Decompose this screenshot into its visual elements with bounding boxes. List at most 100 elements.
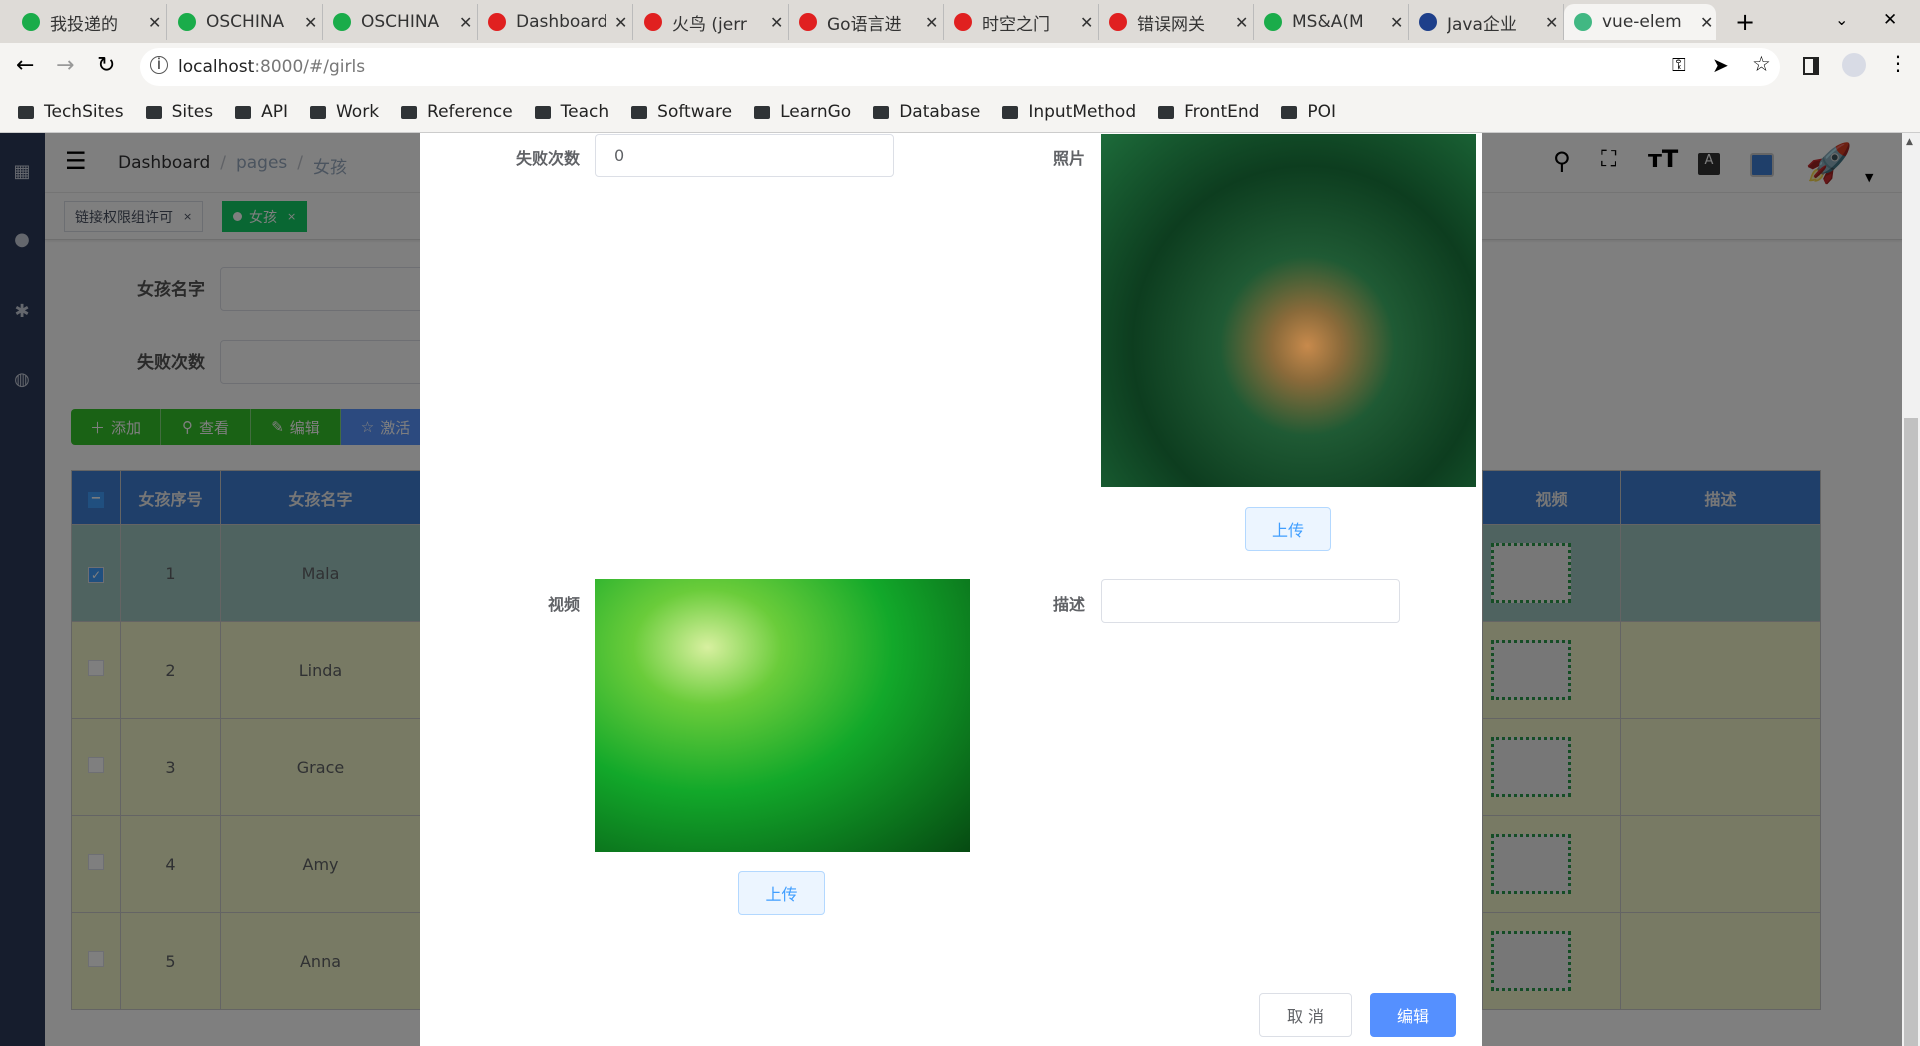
- bookmarks-bar: TechSites Sites API Work Reference Teach Softw…: [0, 92, 1920, 133]
- fail-count-label: 失败次数: [515, 149, 580, 168]
- profile-avatar[interactable]: [1842, 53, 1866, 77]
- bookmark-label: Work: [335, 102, 380, 122]
- folder-icon: [145, 105, 162, 119]
- bookmark-folder[interactable]: InputMethod: [1002, 102, 1136, 122]
- folder-icon: [631, 105, 648, 119]
- edit-dialog: 失败次数 照片 上传 视频 上传 描述 取 消 编辑: [420, 133, 1482, 1046]
- tab-title: Java企业: [1447, 14, 1517, 35]
- close-tab-icon[interactable]: ✕: [614, 13, 627, 32]
- photo-upload-button[interactable]: 上传: [1245, 507, 1331, 551]
- bookmark-folder[interactable]: POI: [1281, 102, 1336, 122]
- tab-title: vue-elem: [1602, 12, 1682, 32]
- close-tab-icon[interactable]: ✕: [304, 13, 317, 32]
- browser-tab[interactable]: 时空之门 ✕: [944, 4, 1099, 40]
- oschina-icon: [178, 13, 196, 31]
- video-upload-button[interactable]: 上传: [738, 871, 825, 915]
- photo-label: 照片: [1052, 149, 1085, 168]
- bookmark-label: API: [261, 102, 288, 122]
- tab-title: OSCHINA: [361, 12, 440, 32]
- bookmark-folder[interactable]: Software: [631, 102, 732, 122]
- send-icon[interactable]: ➤: [1712, 53, 1729, 77]
- gitee-icon: [954, 13, 972, 31]
- browser-tab[interactable]: Go语言进 ✕: [789, 4, 944, 40]
- browser-tab[interactable]: OSCHINA ✕: [323, 4, 478, 40]
- folder-icon: [18, 105, 34, 119]
- bookmark-folder[interactable]: Teach: [534, 102, 609, 122]
- info-icon[interactable]: i: [150, 56, 168, 74]
- bookmark-folder[interactable]: Database: [873, 102, 980, 122]
- close-tab-icon[interactable]: ✕: [148, 13, 161, 32]
- scrollbar-thumb[interactable]: [1904, 418, 1918, 1046]
- url-input[interactable]: i localhost:8000/#/girls: [140, 48, 1780, 86]
- close-tab-icon[interactable]: ✕: [1390, 13, 1403, 32]
- gitee-icon: [488, 13, 506, 31]
- bookmark-folder[interactable]: API: [235, 102, 288, 122]
- folder-icon: [235, 105, 252, 119]
- folder-icon: [754, 105, 771, 119]
- bookmark-folder[interactable]: TechSites: [18, 102, 124, 122]
- description-input[interactable]: [1101, 579, 1400, 623]
- gitee-icon: [1109, 13, 1127, 31]
- tab-search-icon[interactable]: ⌄: [1835, 10, 1848, 29]
- close-tab-icon[interactable]: ✕: [925, 13, 938, 32]
- app: ▦ ● ✱ ◍ ☰ Dashboard/ pages/ 女孩 ⚲ ⛶ тT A …: [0, 133, 1920, 1046]
- tab-title: MS&A(M: [1292, 12, 1364, 32]
- window-close-icon[interactable]: ✕: [1883, 10, 1897, 30]
- browser-tab[interactable]: 错误网关 ✕: [1099, 4, 1254, 40]
- bookmark-label: TechSites: [44, 102, 124, 122]
- tab-title: 错误网关: [1137, 14, 1205, 35]
- oschina-icon: [22, 13, 40, 31]
- close-tab-icon[interactable]: ✕: [770, 13, 783, 32]
- bookmark-label: InputMethod: [1028, 102, 1137, 122]
- star-bookmark-icon[interactable]: ☆: [1752, 52, 1771, 76]
- close-tab-icon[interactable]: ✕: [1080, 13, 1093, 32]
- browser-tab[interactable]: 我投递的 ✕: [12, 4, 167, 40]
- folder-icon: [534, 105, 551, 119]
- browser-tab-bar: 我投递的 ✕ OSCHINA ✕ OSCHINA ✕ Dashboard ✕ 火鸟 (jerr ✕…: [0, 0, 1920, 43]
- key-icon[interactable]: ⚿: [1672, 55, 1686, 76]
- bookmark-folder[interactable]: Sites: [145, 102, 213, 122]
- video-preview-image: [595, 579, 970, 852]
- back-icon[interactable]: ←: [16, 53, 34, 78]
- bookmark-folder[interactable]: FrontEnd: [1158, 102, 1259, 122]
- reload-icon[interactable]: ↻: [97, 53, 115, 78]
- bookmark-label: POI: [1307, 102, 1337, 122]
- side-panel-icon[interactable]: [1803, 57, 1819, 75]
- java-icon: [1419, 13, 1437, 31]
- folder-icon: [309, 105, 326, 119]
- browser-tab[interactable]: 火鸟 (jerr ✕: [634, 4, 789, 40]
- bookmark-label: FrontEnd: [1184, 102, 1260, 122]
- close-tab-icon[interactable]: ✕: [459, 13, 472, 32]
- browser-tab[interactable]: vue-elem ✕: [1564, 4, 1716, 40]
- oschina-icon: [333, 13, 351, 31]
- browser-tab[interactable]: OSCHINA ✕: [168, 4, 323, 40]
- tab-title: OSCHINA: [206, 12, 285, 32]
- confirm-edit-button[interactable]: 编辑: [1370, 993, 1456, 1037]
- close-tab-icon[interactable]: ✕: [1545, 13, 1558, 32]
- page-scrollbar[interactable]: ▲: [1902, 133, 1920, 1046]
- vue-icon: [1574, 13, 1592, 31]
- close-tab-icon[interactable]: ✕: [1700, 13, 1713, 32]
- browser-tab[interactable]: Dashboard ✕: [478, 4, 633, 40]
- gitee-icon: [644, 13, 662, 31]
- bookmark-folder[interactable]: LearnGo: [754, 102, 851, 122]
- folder-icon: [1002, 105, 1019, 119]
- fail-count-input[interactable]: [595, 134, 894, 177]
- forward-icon[interactable]: →: [56, 53, 74, 78]
- tab-title: 火鸟 (jerr: [672, 14, 747, 35]
- close-tab-icon[interactable]: ✕: [1235, 13, 1248, 32]
- video-label: 视频: [547, 595, 580, 614]
- gitee-icon: [799, 13, 817, 31]
- bookmark-folder[interactable]: Work: [309, 102, 380, 122]
- scroll-up-icon[interactable]: ▲: [1906, 137, 1913, 147]
- browser-tab[interactable]: Java企业 ✕: [1409, 4, 1564, 40]
- browser-tab[interactable]: MS&A(M ✕: [1254, 4, 1409, 40]
- bookmark-label: Database: [899, 102, 981, 122]
- folder-icon: [401, 105, 418, 119]
- bookmark-folder[interactable]: Reference: [401, 102, 513, 122]
- cancel-button[interactable]: 取 消: [1259, 993, 1352, 1037]
- new-tab-icon[interactable]: +: [1735, 8, 1755, 36]
- bookmark-label: Reference: [427, 102, 513, 122]
- menu-icon[interactable]: ⋮: [1888, 51, 1908, 75]
- address-bar-row: ← → ↻ i localhost:8000/#/girls ⚿ ➤ ☆ ⋮: [0, 43, 1920, 92]
